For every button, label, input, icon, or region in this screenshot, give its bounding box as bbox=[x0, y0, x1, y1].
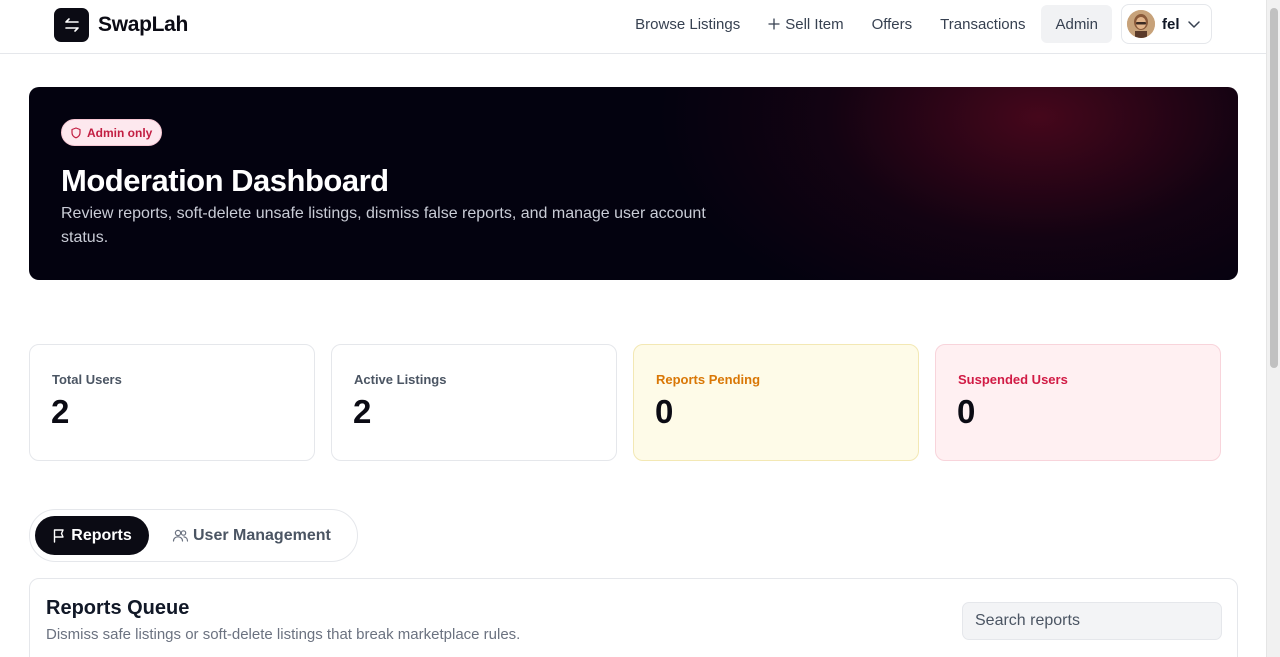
stat-label: Active Listings bbox=[354, 372, 447, 387]
stat-label: Reports Pending bbox=[656, 372, 761, 387]
stat-label: Suspended Users bbox=[958, 372, 1068, 387]
tab-bar: Reports User Management bbox=[29, 509, 358, 562]
reports-queue-card: Reports Queue Dismiss safe listings or s… bbox=[29, 578, 1238, 657]
stat-card-reports-pending: Reports Pending 0 bbox=[633, 344, 919, 461]
stat-value: 0 bbox=[957, 393, 976, 430]
brand-logo[interactable]: SwapLah bbox=[54, 8, 188, 42]
stat-label: Total Users bbox=[52, 372, 122, 387]
admin-only-badge: Admin only bbox=[61, 119, 163, 146]
badge-label: Admin only bbox=[87, 125, 153, 140]
stat-card-total-users: Total Users 2 bbox=[29, 344, 315, 461]
page: SwapLah Browse Listings Sell Item Offers… bbox=[0, 0, 1266, 657]
tab-reports-label: Reports bbox=[71, 526, 132, 544]
user-menu-button[interactable]: fel bbox=[1121, 4, 1212, 44]
nav-offers[interactable]: Offers bbox=[858, 5, 927, 43]
nav-browse-listings[interactable]: Browse Listings bbox=[621, 5, 754, 43]
stat-card-suspended-users: Suspended Users 0 bbox=[935, 344, 1221, 461]
nav-sell-item[interactable]: Sell Item bbox=[754, 5, 857, 43]
users-icon bbox=[172, 529, 189, 542]
avatar bbox=[1127, 10, 1155, 38]
top-navbar: SwapLah Browse Listings Sell Item Offers… bbox=[0, 0, 1266, 54]
main-nav: Browse Listings Sell Item Offers Transac… bbox=[621, 4, 1212, 44]
stat-value: 2 bbox=[353, 393, 372, 430]
plus-icon bbox=[768, 18, 780, 30]
queue-title: Reports Queue bbox=[46, 597, 190, 619]
nav-admin[interactable]: Admin bbox=[1041, 5, 1112, 43]
scrollbar-thumb[interactable] bbox=[1270, 8, 1278, 368]
tab-reports[interactable]: Reports bbox=[35, 516, 149, 555]
stat-value: 2 bbox=[51, 393, 70, 430]
brand-name: SwapLah bbox=[98, 13, 189, 36]
chevron-down-icon bbox=[1187, 21, 1200, 28]
nav-sell-label: Sell Item bbox=[785, 15, 844, 33]
page-scrollbar[interactable] bbox=[1266, 0, 1280, 657]
stat-value: 0 bbox=[655, 393, 674, 430]
tab-user-management[interactable]: User Management bbox=[172, 516, 331, 555]
stat-card-active-listings: Active Listings 2 bbox=[331, 344, 617, 461]
shield-icon bbox=[71, 126, 81, 138]
nav-transactions[interactable]: Transactions bbox=[926, 5, 1039, 43]
user-name: fel bbox=[1162, 15, 1180, 33]
flag-icon bbox=[54, 529, 64, 543]
tab-user-management-label: User Management bbox=[193, 526, 331, 544]
page-title: Moderation Dashboard bbox=[61, 163, 389, 198]
swap-arrows-icon bbox=[54, 8, 89, 42]
hero-banner: Admin only Moderation Dashboard Review r… bbox=[29, 87, 1238, 280]
search-reports-input[interactable] bbox=[962, 602, 1222, 640]
queue-subtitle: Dismiss safe listings or soft-delete lis… bbox=[46, 626, 521, 643]
page-subtitle: Review reports, soft-delete unsafe listi… bbox=[61, 205, 706, 246]
